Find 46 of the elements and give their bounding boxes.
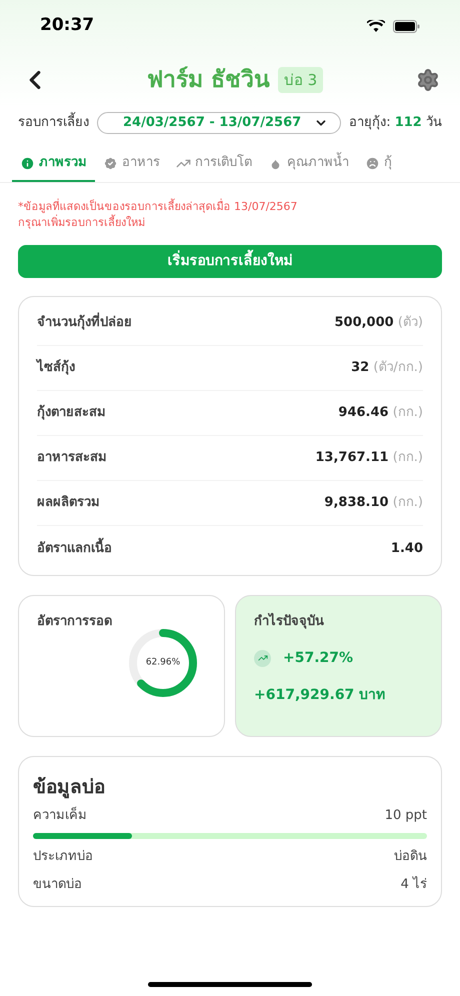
summary-label: กุ้งตายสะสม <box>37 404 106 422</box>
shrimp-age: อายุกุ้ง: 112 วัน <box>349 114 442 132</box>
summary-value: 500,000 (ตัว) <box>334 314 423 332</box>
pond-info-value: 4 ไร่ <box>400 875 427 894</box>
wifi-icon <box>367 20 385 32</box>
summary-value: 9,838.10 (กก.) <box>324 494 423 512</box>
check-badge-icon <box>103 156 118 170</box>
survival-donut <box>128 628 198 698</box>
pond-badge: บ่อ 3 <box>278 66 324 94</box>
pond-info-title: ข้อมูลบ่อ <box>33 775 106 800</box>
notice-text: กรุณาเพิ่มรอบการเลี้ยงใหม่ <box>18 215 146 231</box>
pond-info-label: ขนาดบ่อ <box>33 876 82 894</box>
profit-title: กำไรปัจจุบัน <box>254 612 325 631</box>
salinity-label: ความเค็ม <box>33 806 87 824</box>
salinity-value: 10 ppt <box>384 806 427 824</box>
cycle-label: รอบการเลี้ยง <box>18 113 89 133</box>
summary-label: อาหารสะสม <box>37 449 107 468</box>
profit-amount: +617,929.67 บาท <box>254 686 386 704</box>
summary-value: 13,767.11 (กก.) <box>315 449 423 468</box>
summary-label: ไซส์กุ้ง <box>37 358 75 378</box>
tab[interactable]: การเติบโต <box>168 150 260 182</box>
summary-label: ผลผลิตรวม <box>37 494 100 512</box>
cycle-dropdown[interactable]: 24/03/2567 - 13/07/2567 <box>97 112 342 134</box>
notice-text: *ข้อมูลที่แสดงเป็นของรอบการเลี้ยงล่าสุดเมื่อ 13/07/2567 <box>18 199 298 214</box>
status-time: 20:37 <box>40 14 94 38</box>
new-cycle-button[interactable]: เริ่มรอบการเลี้ยงใหม่ <box>18 245 442 278</box>
profit-percent: +57.27% <box>283 648 354 668</box>
pond-info-label: ประเภทบ่อ <box>33 848 93 866</box>
pond-info-value: บ่อดิน <box>394 848 427 866</box>
summary-value: 32 (ตัว/กก.) <box>351 359 423 378</box>
farm-title: ฟาร์ม ธัชวิน <box>146 65 270 95</box>
battery-icon <box>393 20 420 32</box>
summary-label: จำนวนกุ้งที่ปล่อย <box>37 313 132 333</box>
summary-value: 1.40 <box>390 540 423 558</box>
tab[interactable]: อาหาร <box>95 150 168 182</box>
trend-icon <box>254 650 271 666</box>
tab[interactable]: คุณภาพน้ำ <box>260 150 357 182</box>
summary-value: 946.46 (กก.) <box>338 404 423 422</box>
sad-face-icon <box>365 156 380 170</box>
survival-title: อัตราการรอด <box>37 613 113 631</box>
settings-button[interactable] <box>416 68 440 92</box>
info-icon <box>20 156 35 170</box>
tab[interactable]: กุ้ <box>357 150 400 182</box>
survival-reading: 62.96% <box>146 657 180 668</box>
tab[interactable]: ภาพรวม <box>12 150 95 182</box>
summary-label: อัตราแลกเนื้อ <box>37 538 112 558</box>
